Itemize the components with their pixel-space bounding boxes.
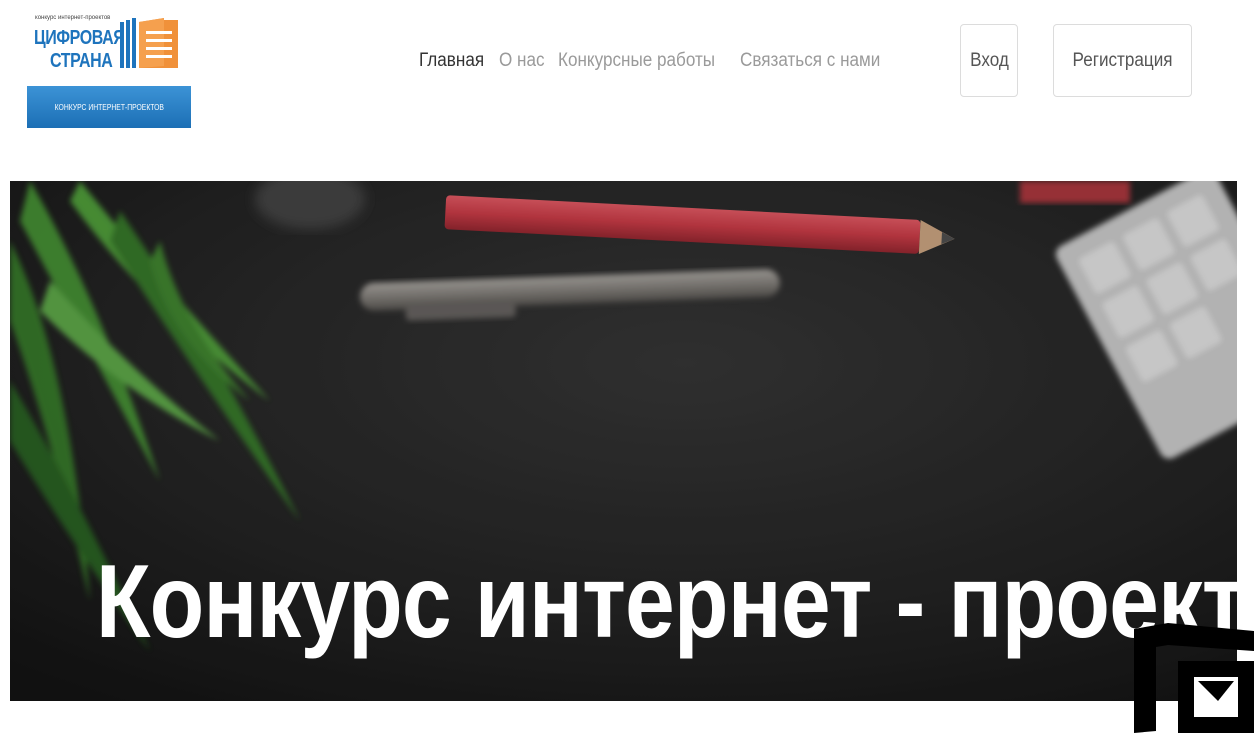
register-button[interactable]: Регистрация bbox=[1053, 24, 1192, 97]
login-button-label: Вход bbox=[969, 49, 1009, 71]
logo-emblem: конкурс интернет-проектов ЦИФРОВАЯ СТРАН… bbox=[27, 10, 191, 86]
site-logo[interactable]: конкурс интернет-проектов ЦИФРОВАЯ СТРАН… bbox=[27, 10, 191, 129]
nav-item-works[interactable]: Конкурсные работы bbox=[558, 50, 715, 72]
main-nav: Главная О нас Конкурсные работы Связатьс… bbox=[419, 50, 886, 72]
nav-item-about[interactable]: О нас bbox=[499, 50, 545, 72]
nav-item-home[interactable]: Главная bbox=[419, 50, 484, 72]
logo-caption: конкурс интернет-проектов bbox=[35, 15, 111, 21]
watermark-logo-icon bbox=[1134, 623, 1254, 733]
hero-title: Конкурс интернет - проектов bbox=[95, 544, 1237, 660]
logo-banner: КОНКУРС ИНТЕРНЕТ-ПРОЕКТОВ bbox=[27, 86, 191, 128]
hero-banner: Конкурс интернет - проектов bbox=[10, 181, 1237, 701]
register-button-label: Регистрация bbox=[1072, 49, 1173, 71]
logo-title-line2: СТРАНА bbox=[50, 50, 113, 72]
logo-title-line1: ЦИФРОВАЯ bbox=[34, 27, 125, 49]
logo-banner-text: КОНКУРС ИНТЕРНЕТ-ПРОЕКТОВ bbox=[54, 102, 164, 112]
login-button[interactable]: Вход bbox=[960, 24, 1018, 97]
nav-item-contact[interactable]: Связаться с нами bbox=[740, 50, 880, 72]
document-stack-icon bbox=[120, 18, 178, 68]
